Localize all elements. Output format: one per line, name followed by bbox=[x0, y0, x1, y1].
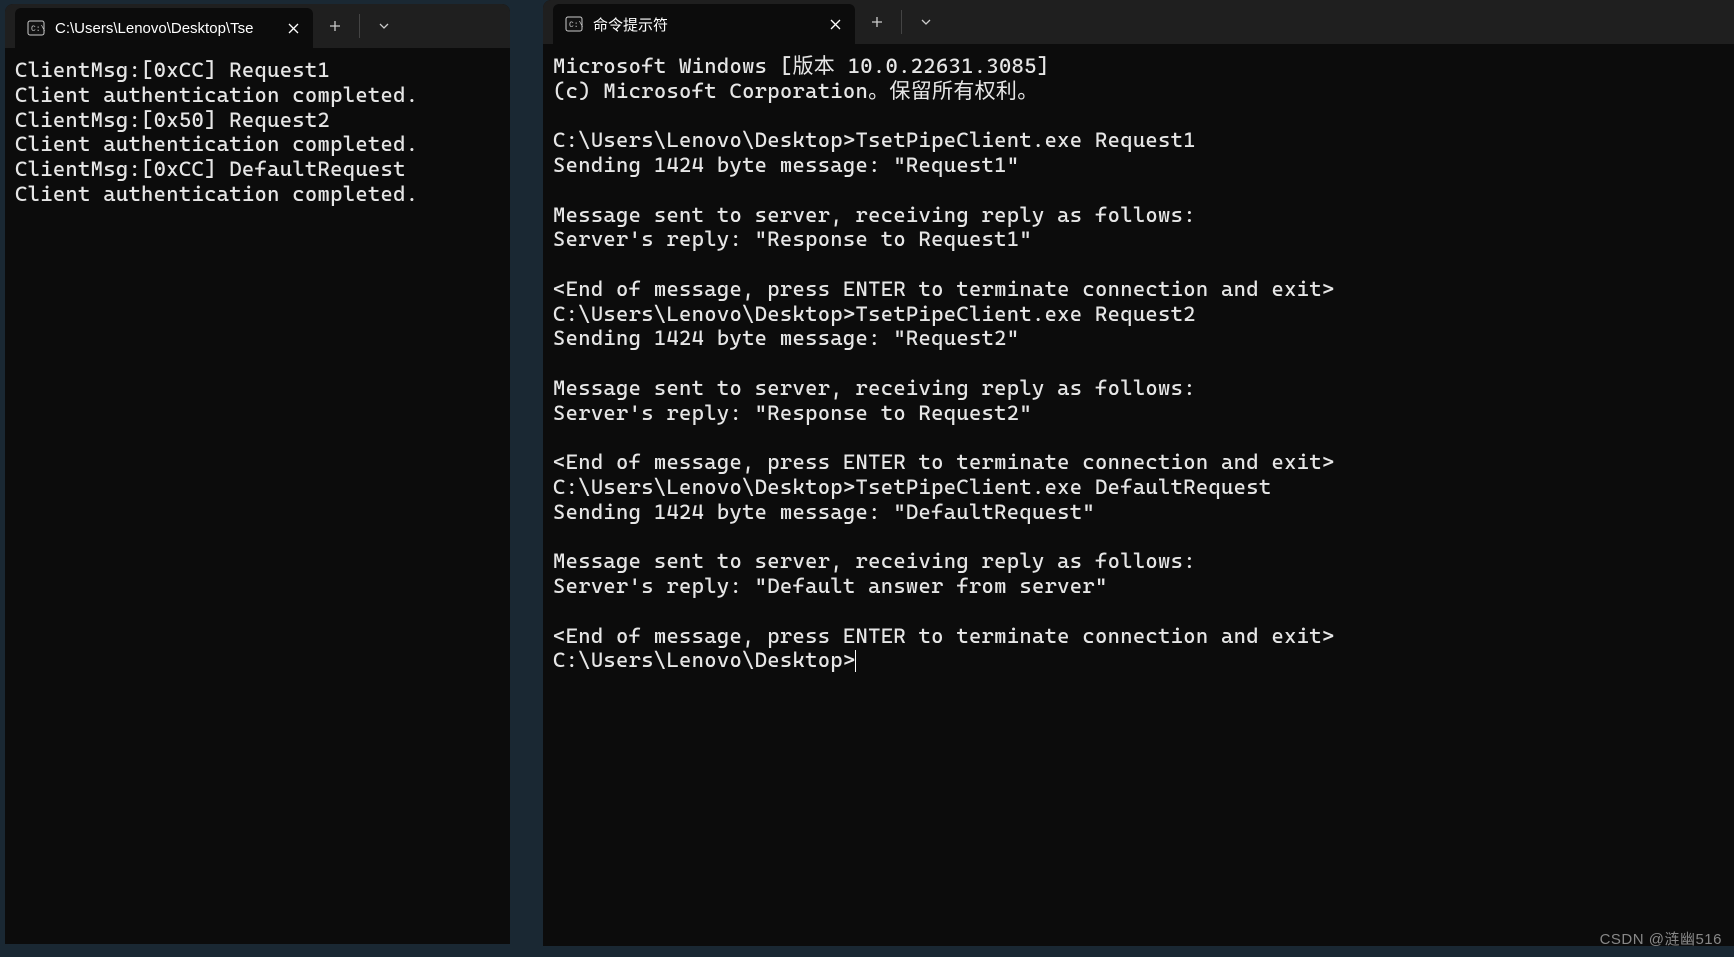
separator bbox=[901, 10, 902, 34]
close-icon[interactable] bbox=[283, 18, 303, 38]
terminal-output-left[interactable]: ClientMsg:[0xCC] Request1 Client authent… bbox=[5, 48, 510, 944]
cmd-icon: C:\ bbox=[565, 15, 583, 33]
terminal-window-left: C:\ C:\Users\Lenovo\Desktop\Tse ClientMs… bbox=[5, 4, 510, 944]
terminal-window-right: C:\ 命令提示符 Microsoft Windows [版本 10.0.226… bbox=[543, 0, 1734, 946]
titlebar-left: C:\ C:\Users\Lenovo\Desktop\Tse bbox=[5, 4, 510, 48]
terminal-output-right[interactable]: Microsoft Windows [版本 10.0.22631.3085] (… bbox=[543, 44, 1734, 946]
new-tab-button[interactable] bbox=[855, 0, 899, 44]
svg-text:C:\: C:\ bbox=[31, 25, 45, 34]
dropdown-button[interactable] bbox=[362, 4, 406, 48]
separator bbox=[359, 14, 360, 38]
cursor bbox=[855, 650, 856, 672]
titlebar-right: C:\ 命令提示符 bbox=[543, 0, 1734, 44]
new-tab-button[interactable] bbox=[313, 4, 357, 48]
dropdown-button[interactable] bbox=[904, 0, 948, 44]
cmd-icon: C:\ bbox=[27, 19, 45, 37]
tab-title-right: 命令提示符 bbox=[593, 14, 815, 35]
svg-text:C:\: C:\ bbox=[569, 21, 583, 30]
close-icon[interactable] bbox=[825, 14, 845, 34]
tab-right[interactable]: C:\ 命令提示符 bbox=[553, 4, 855, 44]
tab-left[interactable]: C:\ C:\Users\Lenovo\Desktop\Tse bbox=[15, 8, 313, 48]
tab-title-left: C:\Users\Lenovo\Desktop\Tse bbox=[55, 20, 273, 37]
watermark: CSDN @涟幽516 bbox=[1600, 928, 1722, 949]
